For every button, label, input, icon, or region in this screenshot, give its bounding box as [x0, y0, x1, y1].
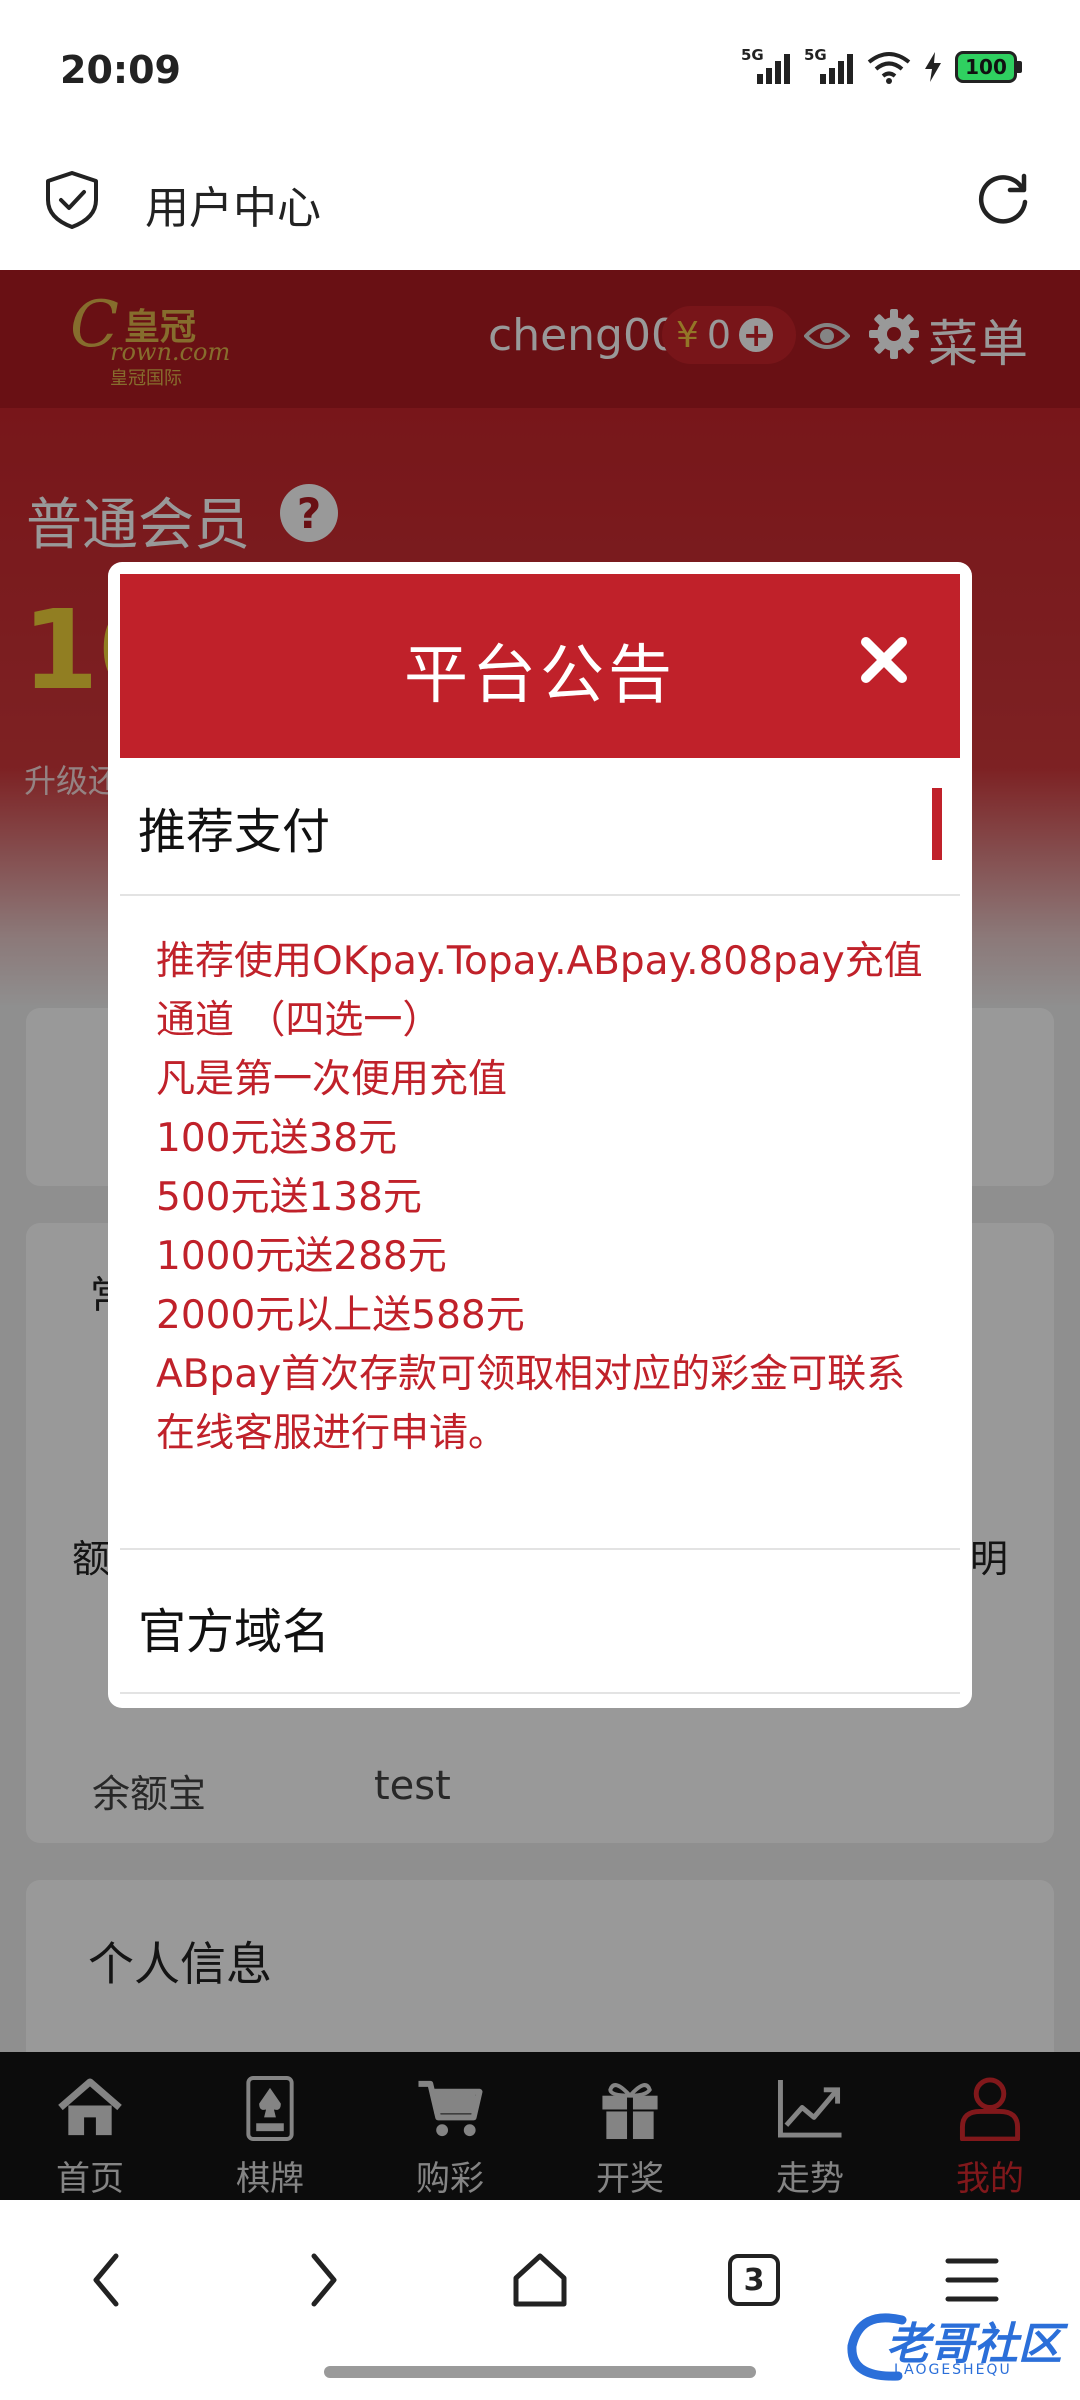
- close-button[interactable]: [856, 632, 912, 688]
- status-icons: 5G 5G 100: [741, 46, 1022, 84]
- announcement-line: 1000元送288元: [156, 1234, 447, 1279]
- divider: [120, 894, 960, 896]
- forward-button[interactable]: [284, 2240, 364, 2320]
- watermark-logo: 老哥社区 LAOGESHEQU: [842, 2300, 1068, 2392]
- back-button[interactable]: [66, 2240, 146, 2320]
- chevron-right-icon: [311, 2253, 337, 2307]
- modal-header: 平台公告: [120, 574, 960, 758]
- signal-icon: 5G: [741, 46, 790, 84]
- announcement-line: 凡是第一次便用充值: [156, 1057, 508, 1102]
- modal-title: 平台公告: [404, 639, 676, 713]
- wifi-icon: [867, 52, 911, 84]
- divider: [120, 1548, 960, 1550]
- announcement-body: 推荐使用OKpay.Topay.ABpay.808pay充值通道 （四选一） 凡…: [156, 932, 924, 1463]
- chevron-left-icon: [93, 2253, 119, 2307]
- browser-page-title: 用户中心: [145, 183, 321, 234]
- announcement-line: ABpay首次存款可领取相对应的彩金可联系在线客服进行申请。: [156, 1352, 906, 1456]
- divider: [120, 1692, 960, 1694]
- browser-top-bar: 用户中心: [0, 140, 1080, 270]
- tabs-button[interactable]: 3: [714, 2240, 794, 2320]
- announcement-line: 2000元以上送588元: [156, 1293, 525, 1338]
- status-time: 20:09: [60, 48, 181, 92]
- section-active-marker: [932, 788, 942, 860]
- tab-count: 3: [728, 2254, 780, 2306]
- home-indicator[interactable]: [324, 2366, 756, 2378]
- reload-icon[interactable]: [974, 170, 1032, 228]
- home-outline-icon: [513, 2253, 567, 2307]
- signal-label: 5G: [741, 46, 764, 64]
- watermark-subtext: LAOGESHEQU: [894, 2362, 1012, 2378]
- announcement-modal: 平台公告 推荐支付 推荐使用OKpay.Topay.ABpay.808pay充值…: [108, 562, 972, 1708]
- section-title-domain[interactable]: 官方域名: [138, 1592, 330, 1662]
- status-bar: 20:09 5G 5G 100: [0, 0, 1080, 140]
- close-icon: [861, 637, 907, 683]
- announcement-line: 推荐使用OKpay.Topay.ABpay.808pay充值通道 （四选一）: [156, 939, 923, 1043]
- announcement-line: 500元送138元: [156, 1175, 422, 1220]
- section-title-payment[interactable]: 推荐支付: [138, 792, 330, 862]
- security-shield-icon[interactable]: [44, 170, 100, 230]
- signal-icon-2: 5G: [804, 46, 853, 84]
- hamburger-menu-icon: [945, 2258, 999, 2302]
- signal-label-2: 5G: [804, 46, 827, 64]
- home-button[interactable]: [500, 2240, 580, 2320]
- battery-level: 100: [955, 51, 1017, 83]
- announcement-line: 100元送38元: [156, 1116, 398, 1161]
- charging-icon: [925, 52, 941, 82]
- battery-icon: 100: [955, 51, 1022, 83]
